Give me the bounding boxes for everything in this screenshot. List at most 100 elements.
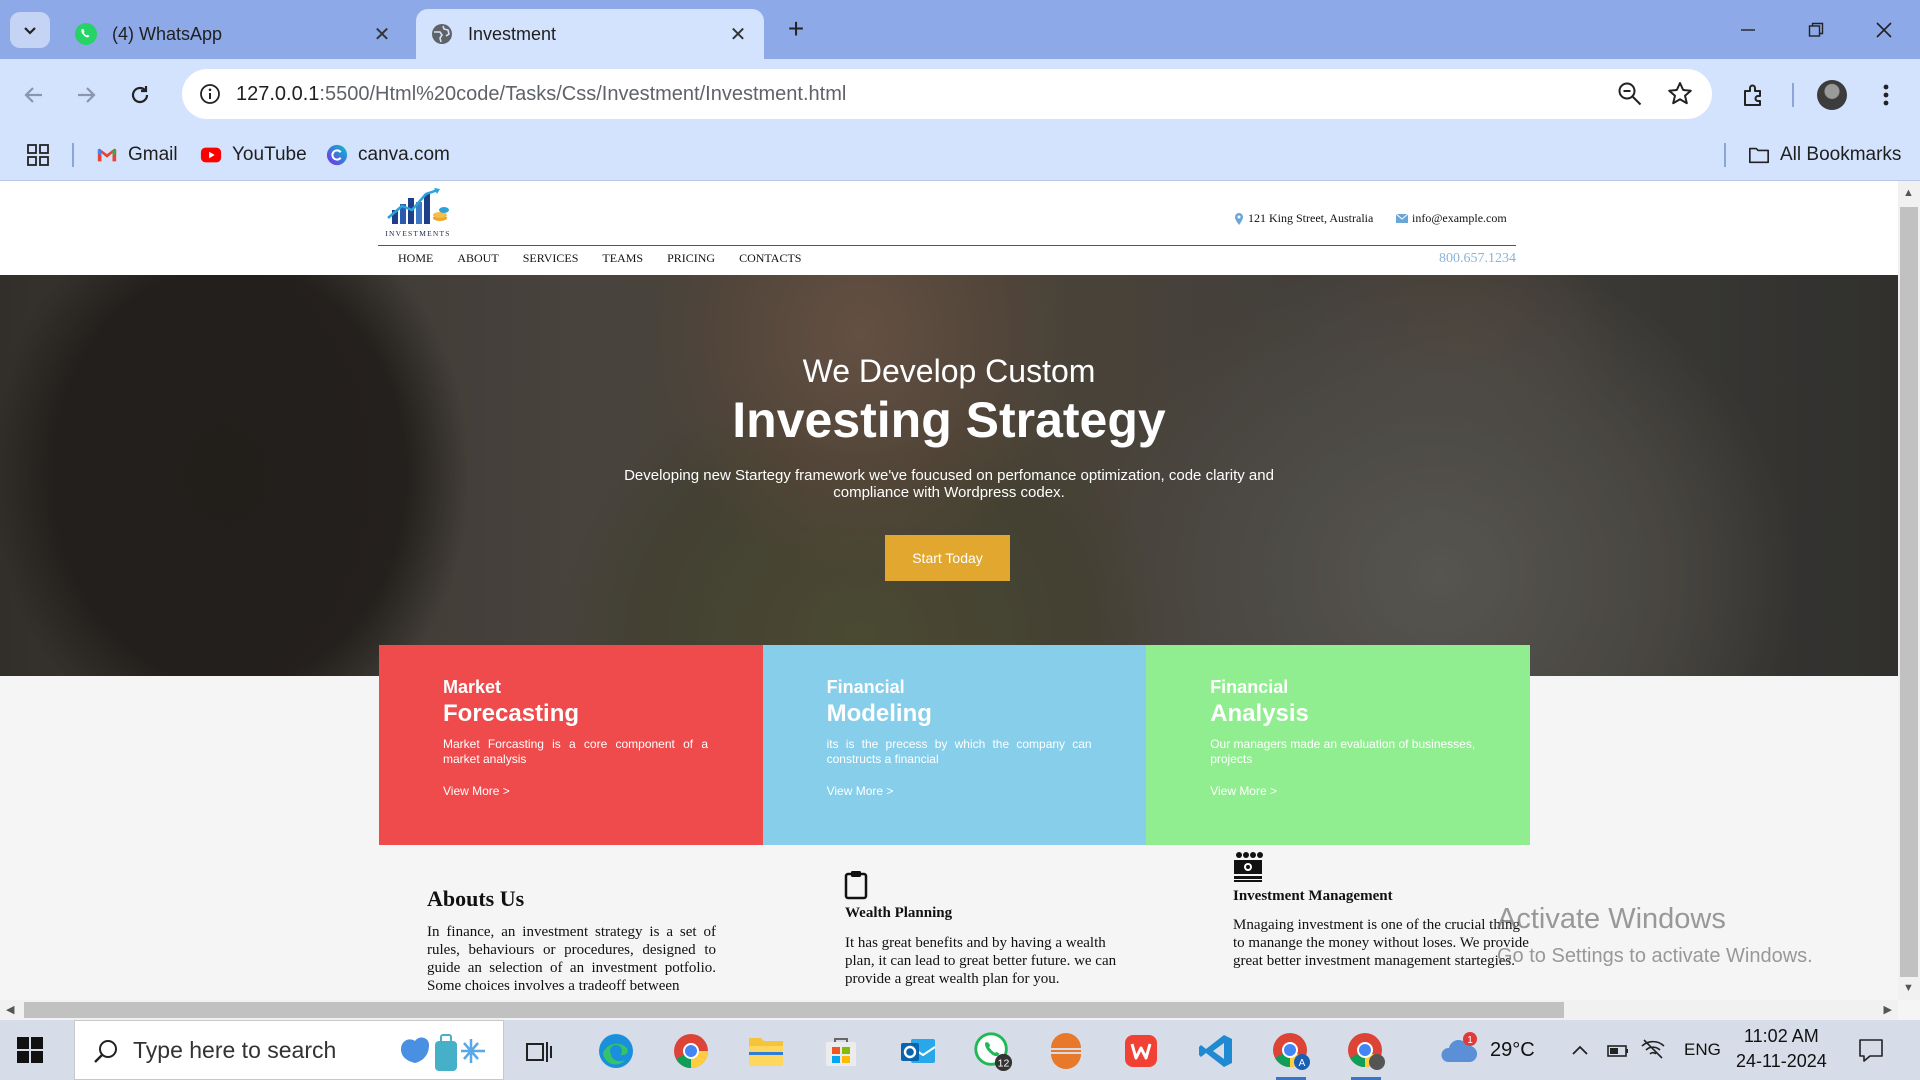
nav-home[interactable]: HOME xyxy=(398,251,433,266)
wealth-planning-text: It has great benefits and by having a we… xyxy=(845,935,1117,987)
profile-avatar[interactable] xyxy=(1812,75,1852,115)
scroll-down-icon[interactable]: ▼ xyxy=(1903,982,1914,994)
back-icon[interactable] xyxy=(14,75,54,115)
clock-date[interactable]: 24-11-2024 xyxy=(1736,1051,1827,1072)
zoom-icon[interactable] xyxy=(1616,80,1644,108)
wps-office-icon[interactable] xyxy=(1120,1030,1162,1072)
tab-title: Investment xyxy=(468,23,557,44)
star-icon[interactable] xyxy=(1666,80,1694,108)
menu-dots-icon[interactable] xyxy=(1866,75,1906,115)
card-text: its is the precess by which the company … xyxy=(826,737,1092,766)
new-tab-icon[interactable]: + xyxy=(780,14,812,46)
tab-search-button[interactable] xyxy=(10,12,50,48)
whatsapp-icon xyxy=(75,23,97,45)
tab-investment[interactable]: Investment ✕ xyxy=(416,9,764,59)
folder-icon xyxy=(1749,147,1769,164)
chrome-icon[interactable] xyxy=(670,1030,712,1072)
bookmark-youtube[interactable]: YouTube xyxy=(200,141,307,169)
forward-icon[interactable] xyxy=(66,75,106,115)
scroll-thumb[interactable] xyxy=(24,1002,1564,1018)
language-indicator[interactable]: ENG xyxy=(1684,1040,1721,1060)
address-bar[interactable]: 127.0.0.1:5500/Html%20code/Tasks/Css/Inv… xyxy=(182,69,1712,119)
hero-description: Developing new Startegy framework we've … xyxy=(624,467,1274,501)
logo-text: INVESTMENTS xyxy=(385,229,450,238)
tab-title: (4) WhatsApp xyxy=(112,23,223,44)
card-big-title: Modeling xyxy=(826,700,932,727)
card-small-title: Financial xyxy=(826,677,905,697)
windows-taskbar: Type here to search 12 A 1 29°C ENG 11:0… xyxy=(0,1020,1920,1080)
nav-about[interactable]: ABOUT xyxy=(457,251,498,266)
taskbar-search-box[interactable]: Type here to search xyxy=(74,1020,504,1080)
windows-start-icon[interactable] xyxy=(14,1034,46,1066)
view-more-link[interactable]: View More > xyxy=(827,784,894,798)
hero-title: Investing Strategy xyxy=(732,392,1166,448)
battery-icon[interactable] xyxy=(1606,1040,1630,1060)
window-close-icon[interactable] xyxy=(1856,12,1912,48)
nav-pricing[interactable]: PRICING xyxy=(667,251,715,266)
close-icon[interactable]: ✕ xyxy=(726,22,750,47)
all-bookmarks-button[interactable]: All Bookmarks xyxy=(1748,141,1901,169)
start-today-button[interactable]: Start Today xyxy=(885,535,1010,581)
scroll-up-icon[interactable]: ▲ xyxy=(1903,187,1914,199)
vertical-scrollbar[interactable]: ▲ ▼ xyxy=(1898,181,1920,1000)
main-nav: HOME ABOUT SERVICES TEAMS PRICING CONTAC… xyxy=(398,251,801,266)
nav-services[interactable]: SERVICES xyxy=(523,251,579,266)
scroll-right-icon[interactable]: ▶ xyxy=(1884,1003,1892,1016)
file-explorer-icon[interactable] xyxy=(745,1030,787,1072)
address-contact: 121 King Street, Australia xyxy=(1234,211,1373,226)
chrome-profile-icon[interactable]: A xyxy=(1270,1030,1312,1080)
apps-grid-icon[interactable] xyxy=(26,141,50,169)
chrome-active-icon[interactable] xyxy=(1345,1030,1387,1080)
network-icon[interactable] xyxy=(1640,1038,1666,1060)
reload-icon[interactable] xyxy=(120,75,160,115)
envelope-icon xyxy=(1396,214,1408,223)
bookmark-gmail[interactable]: Gmail xyxy=(96,141,178,169)
scroll-left-icon[interactable]: ◀ xyxy=(6,1003,14,1016)
card-small-title: Market xyxy=(443,677,502,697)
scroll-thumb[interactable] xyxy=(1900,207,1918,977)
nav-teams[interactable]: TEAMS xyxy=(602,251,643,266)
bookmark-canva[interactable]: canva.com xyxy=(326,141,450,169)
tab-whatsapp[interactable]: (4) WhatsApp ✕ xyxy=(60,9,408,59)
gmail-icon xyxy=(97,148,117,162)
feature-cards: Market Forecasting Market Forcasting is … xyxy=(379,645,1530,845)
phone-number[interactable]: 800.657.1234 xyxy=(1439,251,1516,267)
whatsapp-taskbar-icon[interactable]: 12 xyxy=(972,1030,1014,1072)
task-view-icon[interactable] xyxy=(518,1030,560,1072)
edge-icon[interactable] xyxy=(595,1030,637,1072)
vscode-icon[interactable] xyxy=(1195,1030,1237,1072)
weather-cloud-icon[interactable]: 1 xyxy=(1440,1030,1480,1070)
minimize-icon[interactable] xyxy=(1720,12,1776,48)
hero-banner: We Develop Custom Investing Strategy Dev… xyxy=(0,275,1898,676)
card-financial-modeling: Financial Modeling its is the precess by… xyxy=(762,645,1147,845)
bookmark-label: Gmail xyxy=(128,144,178,165)
microsoft-store-icon[interactable] xyxy=(820,1030,862,1072)
close-icon[interactable]: ✕ xyxy=(370,22,394,47)
tab-strip: (4) WhatsApp ✕ Investment ✕ + xyxy=(0,0,1920,59)
eclipse-app-icon[interactable] xyxy=(1045,1030,1087,1072)
notification-icon[interactable] xyxy=(1858,1038,1884,1062)
clock-time[interactable]: 11:02 AM xyxy=(1744,1026,1819,1047)
horizontal-scrollbar[interactable]: ◀ ▶ xyxy=(0,1000,1898,1020)
email-contact[interactable]: info@example.com xyxy=(1396,211,1507,226)
investment-management-text: Mnagaing investment is one of the crucia… xyxy=(1233,917,1529,969)
svg-text:A: A xyxy=(1299,1058,1306,1069)
weather-temp[interactable]: 29°C xyxy=(1490,1039,1535,1062)
restore-icon[interactable] xyxy=(1788,12,1844,48)
url-text: 127.0.0.1:5500/Html%20code/Tasks/Css/Inv… xyxy=(236,83,847,105)
card-financial-analysis: Financial Analysis Our managers made an … xyxy=(1146,645,1530,845)
view-more-link[interactable]: View More > xyxy=(1210,784,1277,798)
site-info-icon[interactable] xyxy=(194,78,226,110)
view-more-link[interactable]: View More > xyxy=(443,784,510,798)
outlook-icon[interactable] xyxy=(897,1030,939,1072)
card-small-title: Financial xyxy=(1210,677,1289,697)
investments-logo[interactable]: INVESTMENTS xyxy=(378,184,458,240)
money-stack-icon xyxy=(1234,852,1263,882)
all-bookmarks-label: All Bookmarks xyxy=(1780,144,1902,165)
extensions-icon[interactable] xyxy=(1734,75,1774,115)
chevron-up-icon[interactable] xyxy=(1570,1042,1590,1058)
nav-contacts[interactable]: CONTACTS xyxy=(739,251,801,266)
clipboard-icon xyxy=(844,871,868,900)
header-divider xyxy=(378,245,1516,246)
youtube-icon xyxy=(200,147,222,163)
